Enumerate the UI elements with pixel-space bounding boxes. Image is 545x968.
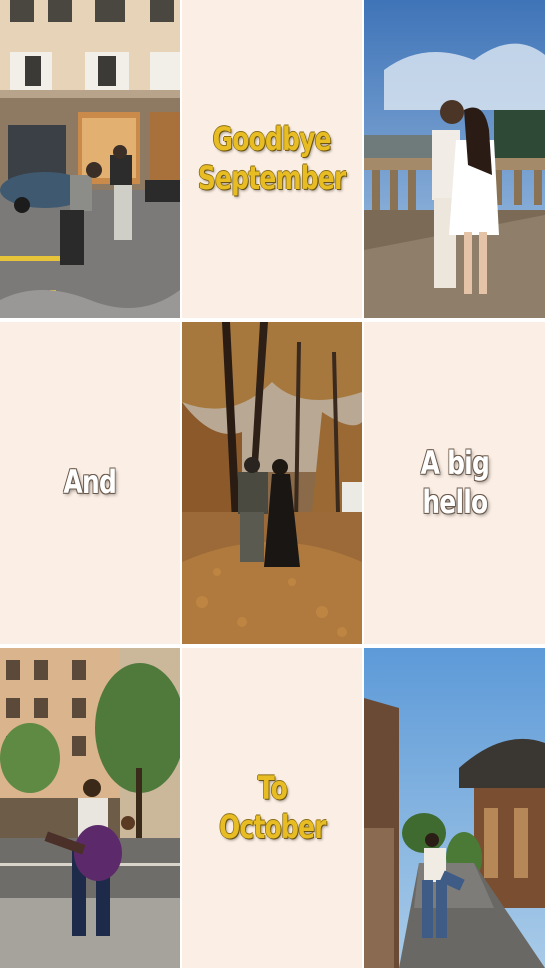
caption-goodbye-september: Goodbye September xyxy=(198,119,347,198)
caption-panel-goodbye: Goodbye September xyxy=(182,0,362,318)
autumn-park-walk-photo xyxy=(182,322,362,644)
couple-on-bridge-photo xyxy=(364,0,545,318)
caption-line: October xyxy=(218,808,327,846)
caption-line: hello xyxy=(421,483,488,521)
caption-panel-and: And xyxy=(0,322,180,644)
caption-and: And xyxy=(64,463,117,502)
street-dancers-photo xyxy=(0,0,180,318)
man-carrying-woman-photo xyxy=(0,648,180,968)
caption-line: Goodbye xyxy=(212,119,332,158)
collage-grid: Goodbye September And A big hello To Oct… xyxy=(0,0,545,968)
caption-panel-october: To October xyxy=(182,648,362,968)
caption-line: A big xyxy=(420,443,489,482)
caption-to-october: To October xyxy=(218,768,327,847)
caption-line: And xyxy=(63,463,117,502)
caption-line: To xyxy=(257,768,287,807)
caption-panel-big-hello: A big hello xyxy=(364,322,545,644)
caption-a-big-hello: A big hello xyxy=(420,443,489,522)
caption-line: September xyxy=(198,159,347,197)
hanok-village-couple-photo xyxy=(364,648,545,968)
